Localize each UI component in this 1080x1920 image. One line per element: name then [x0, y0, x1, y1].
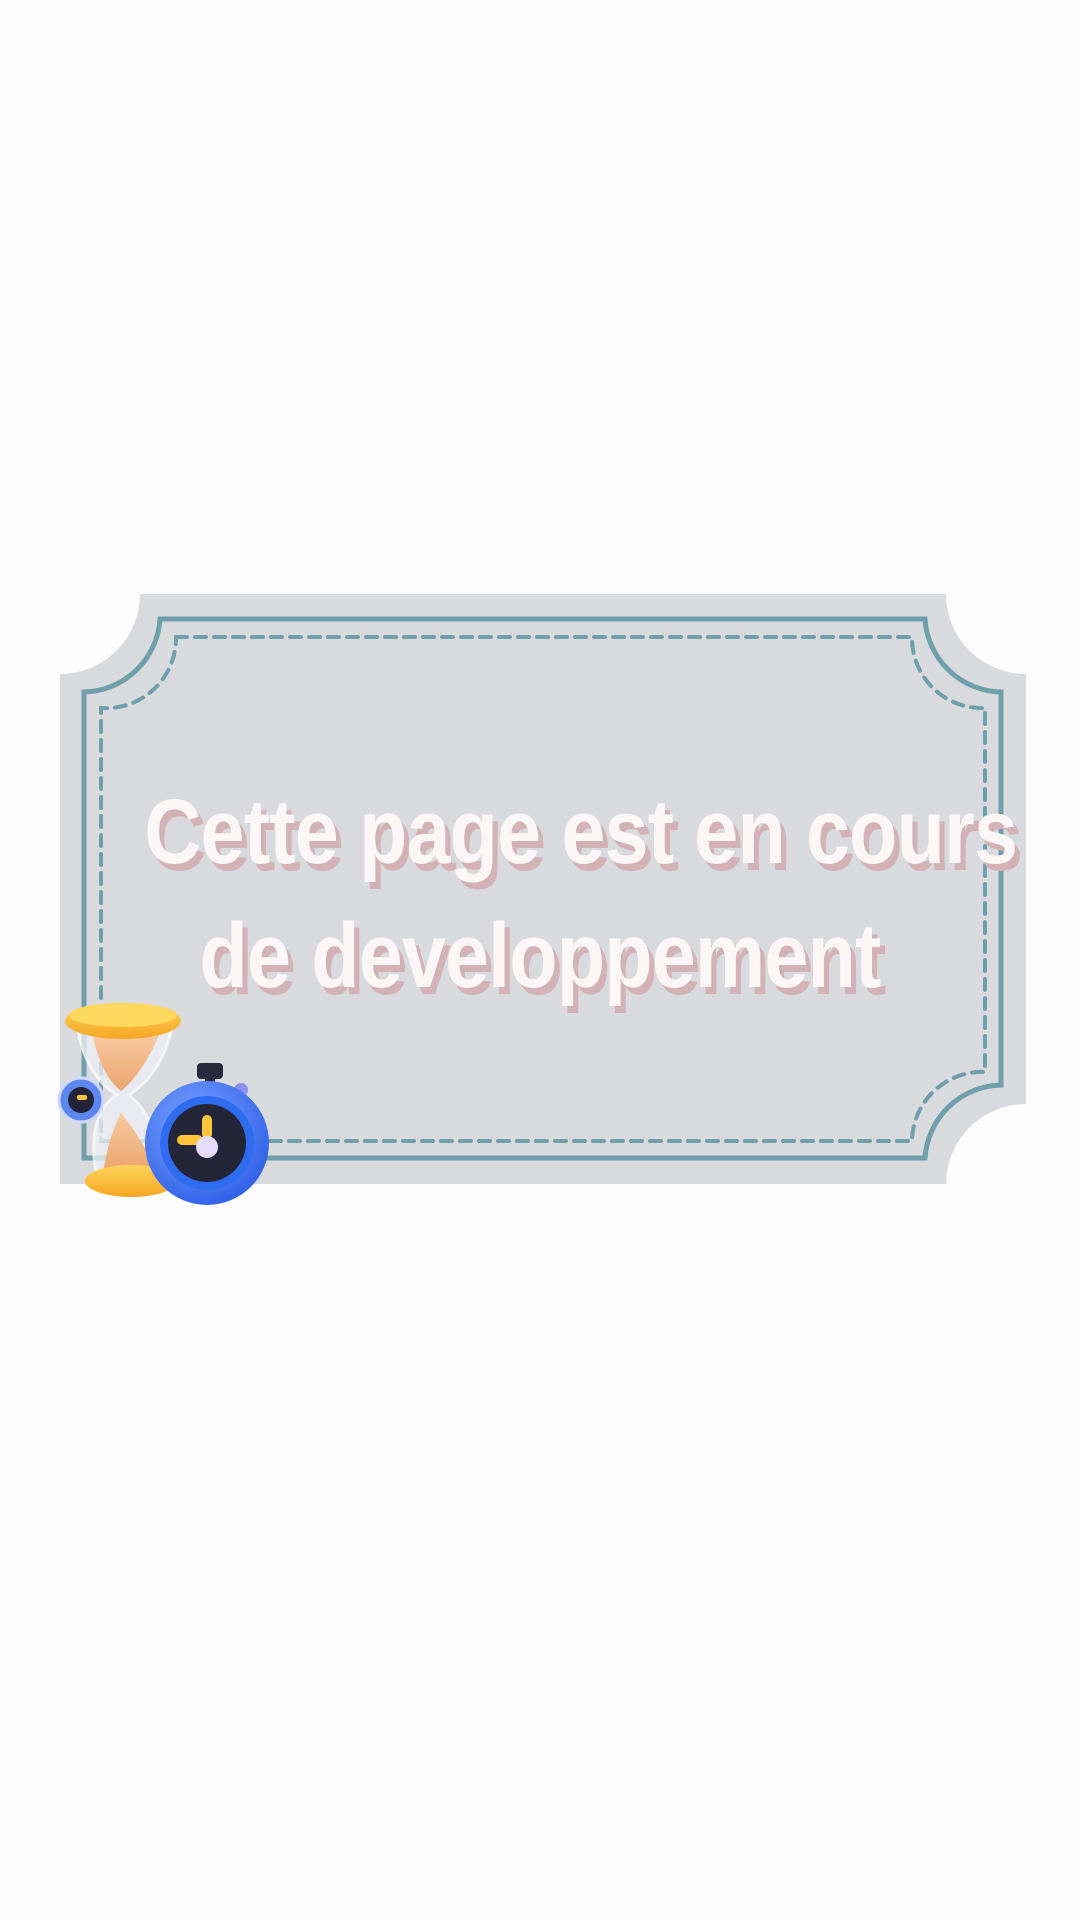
stopwatch-icon — [145, 1063, 269, 1205]
under-construction-card: Cette page est en cours de developpement — [0, 0, 1080, 1920]
message-line-1: Cette page est en cours — [144, 781, 1018, 883]
construction-message: Cette page est en cours de developpement — [144, 770, 1018, 1018]
time-illustration — [57, 1003, 269, 1205]
small-clock-icon — [57, 1076, 105, 1124]
